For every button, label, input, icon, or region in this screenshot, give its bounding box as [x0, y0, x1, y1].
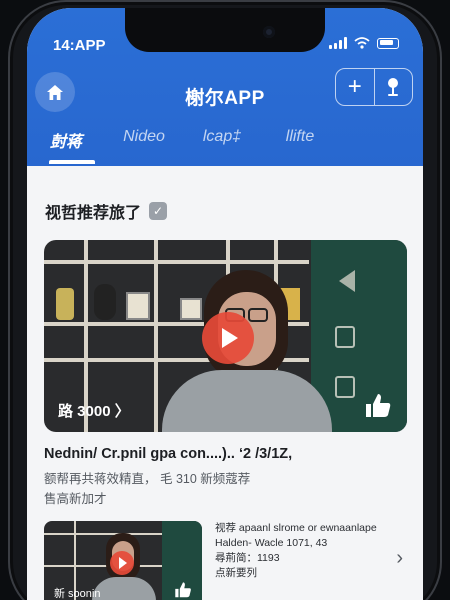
bag-icon: [335, 376, 355, 398]
shelf-divider: [44, 533, 162, 535]
status-icons: [329, 37, 399, 49]
tab-life[interactable]: llifte: [261, 124, 339, 166]
tab-capture[interactable]: lcap‡: [183, 124, 261, 166]
list-item-count: 尋荊简：1193: [215, 552, 280, 564]
featured-caption: 路 3000 〉: [58, 403, 130, 420]
shelf-divider: [154, 240, 158, 432]
pin-button[interactable]: [373, 69, 413, 105]
person-body: [162, 370, 332, 432]
thumbnail-caption: 新 soonin: [54, 588, 101, 600]
camera-icon: [263, 26, 275, 38]
plus-icon: +: [347, 73, 362, 100]
add-button[interactable]: +: [336, 69, 374, 105]
app-screen: 14:APP 榭尔APP + 尌蒋 Nideo lcap‡ llifte 视哲推…: [27, 8, 423, 600]
list-item-text: 视荐 apaanl slrome or ewnaanlape Halden- W…: [215, 521, 385, 581]
check-icon[interactable]: ✓: [149, 202, 168, 220]
play-button[interactable]: [202, 312, 254, 364]
list-item-title: 视荐 apaanl slrome or ewnaanlape: [215, 522, 377, 534]
list-item-thumbnail[interactable]: 新 soonin: [44, 521, 202, 600]
shelf-decor: [56, 288, 74, 320]
section-title: 视哲推荐旅了 ✓: [45, 199, 168, 223]
featured-tag: 售高新加才: [44, 492, 107, 506]
section-title-text: 视哲推荐旅了: [45, 205, 142, 222]
featured-title[interactable]: Nednin/ Cr.pnil gpa con....).. ‘2 /3/1Z,: [44, 446, 292, 462]
photo-frame: [180, 298, 202, 320]
glasses-right: [248, 308, 268, 322]
list-item-subtitle: Halden- Wacle 1071, 43: [215, 537, 328, 549]
content-area: 视哲推荐旅了 ✓ 路 3000 〉 Nednin/ Cr.pnil gpa co…: [27, 166, 423, 600]
tab-video[interactable]: Nideo: [105, 124, 183, 166]
wifi-icon: [354, 37, 370, 49]
shelf-decor: [94, 284, 116, 320]
thumbs-up-icon[interactable]: [174, 581, 192, 600]
header-actions: +: [335, 68, 413, 106]
signal-icon: [329, 37, 347, 49]
notch: [125, 8, 325, 52]
status-time: 14:APP: [53, 37, 106, 54]
list-item-tag: 点新要列: [215, 567, 257, 579]
photo-frame: [126, 292, 150, 320]
bag-icon: [335, 326, 355, 348]
active-tab-indicator: [49, 160, 95, 164]
list-item[interactable]: 新 soonin 视荐 apaanl slrome or ewnaanlape …: [44, 521, 407, 600]
battery-icon: [377, 37, 399, 49]
pin-icon: [388, 78, 399, 96]
chevron-right-icon[interactable]: ›: [396, 547, 403, 570]
shelf-divider: [44, 565, 162, 567]
play-button[interactable]: [110, 551, 134, 575]
thumbs-up-icon[interactable]: [363, 392, 393, 422]
featured-video[interactable]: 路 3000 〉: [44, 240, 407, 432]
wall-arrow-icon: [339, 270, 355, 292]
featured-meta: 额帮再共蒋效精直， 毛 310 新频蔻荐: [44, 472, 251, 486]
person-body: [92, 577, 156, 600]
